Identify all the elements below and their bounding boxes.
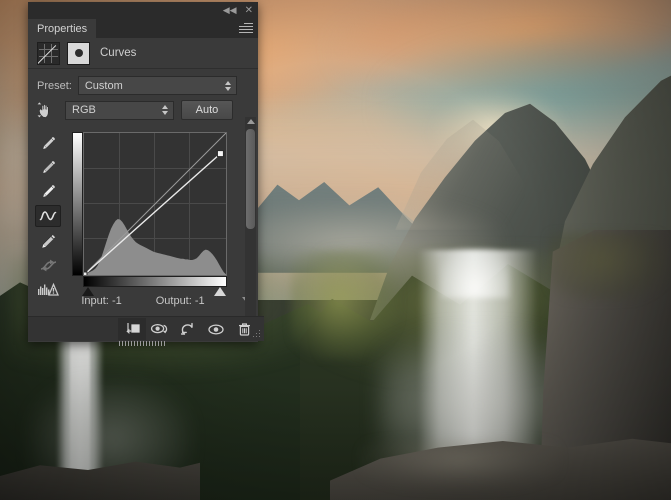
scrollbar-thumb[interactable] (246, 129, 255, 229)
curve-plot[interactable] (84, 133, 226, 275)
output-readout: Output: -1 (156, 295, 205, 307)
panel-drag-handle[interactable] (119, 341, 167, 346)
adjustment-title: Curves (100, 47, 136, 59)
output-gradient-bar (72, 132, 83, 276)
tab-row-filler (96, 19, 258, 38)
collapse-double-arrow-icon[interactable]: ◀◀ (223, 6, 237, 15)
panel-menu-icon[interactable] (239, 23, 253, 34)
chevron-updown-icon (225, 81, 233, 91)
panel-titlebar[interactable]: ◀◀ ✕ (28, 2, 258, 19)
channel-dropdown[interactable]: RGB (65, 101, 174, 120)
sample-white-point-eyedropper[interactable] (36, 181, 60, 201)
preset-value: Custom (85, 80, 123, 92)
curve-readout: Input: -1 Output: -1 (28, 295, 258, 307)
preset-row: Preset: Custom (28, 69, 258, 95)
tab-properties[interactable]: Properties (28, 19, 96, 38)
input-readout: Input: -1 (81, 295, 121, 307)
scroll-up-arrow-icon[interactable] (247, 119, 255, 124)
output-value: -1 (195, 295, 205, 307)
sample-black-point-eyedropper[interactable] (36, 133, 60, 153)
chevron-updown-icon-channel (162, 105, 170, 115)
reset-adjustment-button[interactable] (174, 318, 202, 340)
panel-scrollbar[interactable] (245, 117, 256, 337)
smooth-curve-tool[interactable] (36, 255, 60, 275)
clip-to-layer-button[interactable] (118, 318, 146, 340)
sample-gray-point-eyedropper[interactable] (36, 157, 60, 177)
channel-value: RGB (72, 104, 96, 116)
view-previous-state-button[interactable] (146, 318, 174, 340)
auto-button-label: Auto (196, 104, 219, 116)
panel-resize-grip[interactable] (252, 329, 261, 338)
preset-dropdown[interactable]: Custom (78, 76, 237, 95)
on-image-adjustment-icon[interactable] (35, 101, 58, 120)
output-label: Output: (156, 295, 192, 307)
properties-panel: ◀◀ ✕ Properties Curves (28, 2, 258, 342)
channel-row: RGB Auto (28, 95, 258, 120)
toggle-layer-visibility-button[interactable] (202, 318, 230, 340)
draw-curve-pencil-tool[interactable] (36, 231, 60, 251)
input-value: -1 (112, 295, 122, 307)
tab-properties-label: Properties (37, 23, 87, 35)
layer-mask-thumbnail[interactable] (67, 42, 90, 65)
panel-tab-row: Properties (28, 19, 258, 38)
panel-body: Preset: Custom RGB (28, 69, 258, 341)
edit-points-curve-tool[interactable] (35, 205, 61, 227)
close-icon[interactable]: ✕ (245, 6, 253, 16)
curves-adjustment-icon (37, 42, 60, 65)
input-label: Input: (81, 295, 109, 307)
panel-footer (28, 316, 264, 341)
preset-label: Preset: (37, 80, 72, 92)
auto-button[interactable]: Auto (181, 100, 233, 120)
curves-tool-strip (35, 133, 61, 299)
screenshot-root: ◀◀ ✕ Properties Curves (0, 0, 671, 500)
curves-graph[interactable] (83, 132, 227, 276)
adjustment-header: Curves (28, 38, 258, 69)
input-gradient-bar (83, 276, 227, 287)
